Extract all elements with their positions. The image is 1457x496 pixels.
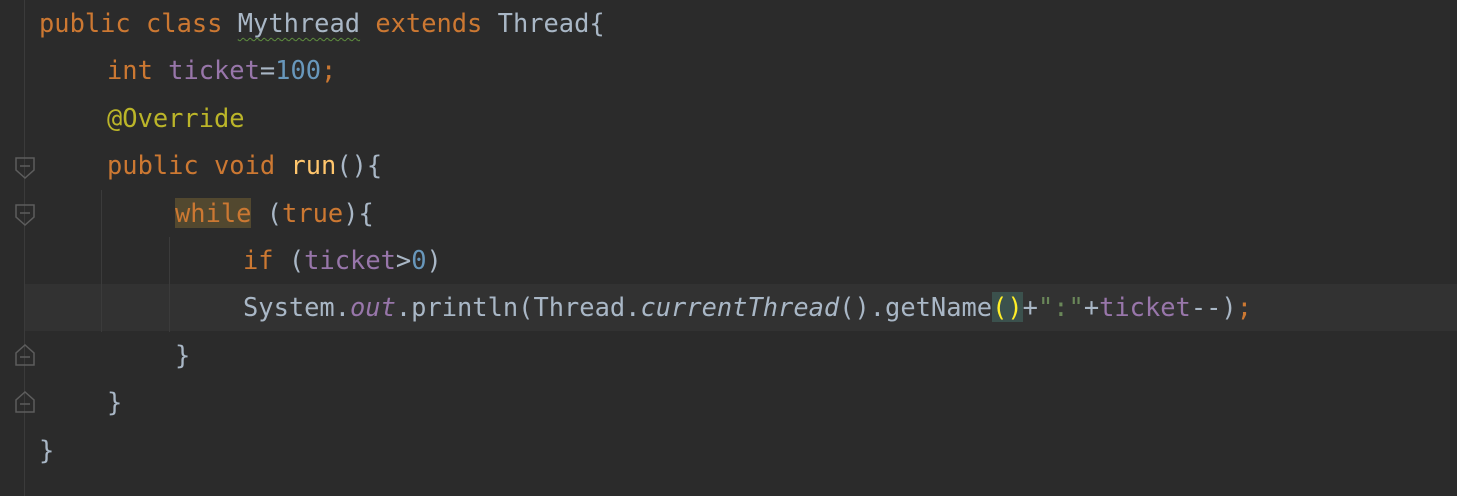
greater-than-operator: > xyxy=(395,245,412,275)
fold-close-icon[interactable] xyxy=(14,343,36,367)
keyword-true: true xyxy=(282,198,344,228)
paren-close-brace: ){ xyxy=(343,198,374,228)
decrement-close: --) xyxy=(1190,292,1237,322)
field-ticket[interactable]: ticket xyxy=(304,245,396,275)
code-line-6[interactable]: if (ticket>0) xyxy=(243,237,442,284)
keyword-if: if xyxy=(243,245,274,275)
keyword-void: void xyxy=(214,150,276,180)
keyword-extends: extends xyxy=(375,8,483,38)
code-line-2[interactable]: int ticket=100; xyxy=(107,47,336,94)
dot: . xyxy=(334,292,351,322)
code-line-8[interactable]: } xyxy=(175,332,190,379)
semicolon: ; xyxy=(321,55,337,85)
plus-operator: + xyxy=(1022,292,1038,322)
number-literal: 0 xyxy=(411,245,427,275)
keyword-int: int xyxy=(107,55,153,85)
plus-operator: + xyxy=(1083,292,1100,322)
keyword-class: class xyxy=(146,8,223,38)
code-line-1[interactable]: public class Mythread extends Thread{ xyxy=(39,0,605,47)
fold-open-icon[interactable] xyxy=(14,156,36,180)
get-name-call[interactable]: ().getName xyxy=(839,292,992,322)
code-line-3[interactable]: @Override xyxy=(107,95,245,142)
code-line-7[interactable]: System.out.println(Thread.currentThread(… xyxy=(243,284,1252,331)
code-line-4[interactable]: public void run(){ xyxy=(107,142,382,189)
brace-close: } xyxy=(107,387,123,417)
paren-open: ( xyxy=(266,198,283,228)
brace-open: { xyxy=(589,8,605,38)
code-editor[interactable]: public class Mythread extends Thread{ in… xyxy=(0,0,1457,496)
assign-operator: = xyxy=(259,55,276,85)
class-system[interactable]: System xyxy=(243,292,335,322)
method-run[interactable]: run xyxy=(290,150,336,180)
field-ticket[interactable]: ticket xyxy=(1099,292,1191,322)
code-line-9[interactable]: } xyxy=(107,379,122,426)
fold-open-icon[interactable] xyxy=(14,203,36,227)
keyword-public: public xyxy=(107,150,199,180)
brace-close: } xyxy=(175,340,191,370)
semicolon: ; xyxy=(1236,292,1252,322)
field-ticket[interactable]: ticket xyxy=(168,55,260,85)
number-literal: 100 xyxy=(275,55,322,85)
indent-guide xyxy=(169,237,170,332)
keyword-public: public xyxy=(39,8,131,38)
brace-close: } xyxy=(39,435,55,465)
fold-close-icon[interactable] xyxy=(14,390,36,414)
keyword-while-highlighted: while xyxy=(175,198,252,228)
static-method-current-thread[interactable]: currentThread xyxy=(640,292,839,322)
string-literal: ":" xyxy=(1037,292,1084,322)
annotation-override[interactable]: @Override xyxy=(107,103,245,133)
class-name-mythread[interactable]: Mythread xyxy=(238,8,360,38)
matched-parens-highlight: () xyxy=(992,292,1023,322)
static-field-out[interactable]: out xyxy=(350,292,396,322)
paren-open: ( xyxy=(288,245,305,275)
code-line-5[interactable]: while (true){ xyxy=(175,190,374,237)
signature-end: (){ xyxy=(336,150,383,180)
println-call[interactable]: .println(Thread. xyxy=(396,292,641,322)
paren-close: ) xyxy=(426,245,442,275)
editor-gutter[interactable] xyxy=(0,0,25,496)
super-class-thread[interactable]: Thread xyxy=(498,8,590,38)
indent-guide xyxy=(101,190,102,332)
code-line-10[interactable]: } xyxy=(39,427,54,474)
